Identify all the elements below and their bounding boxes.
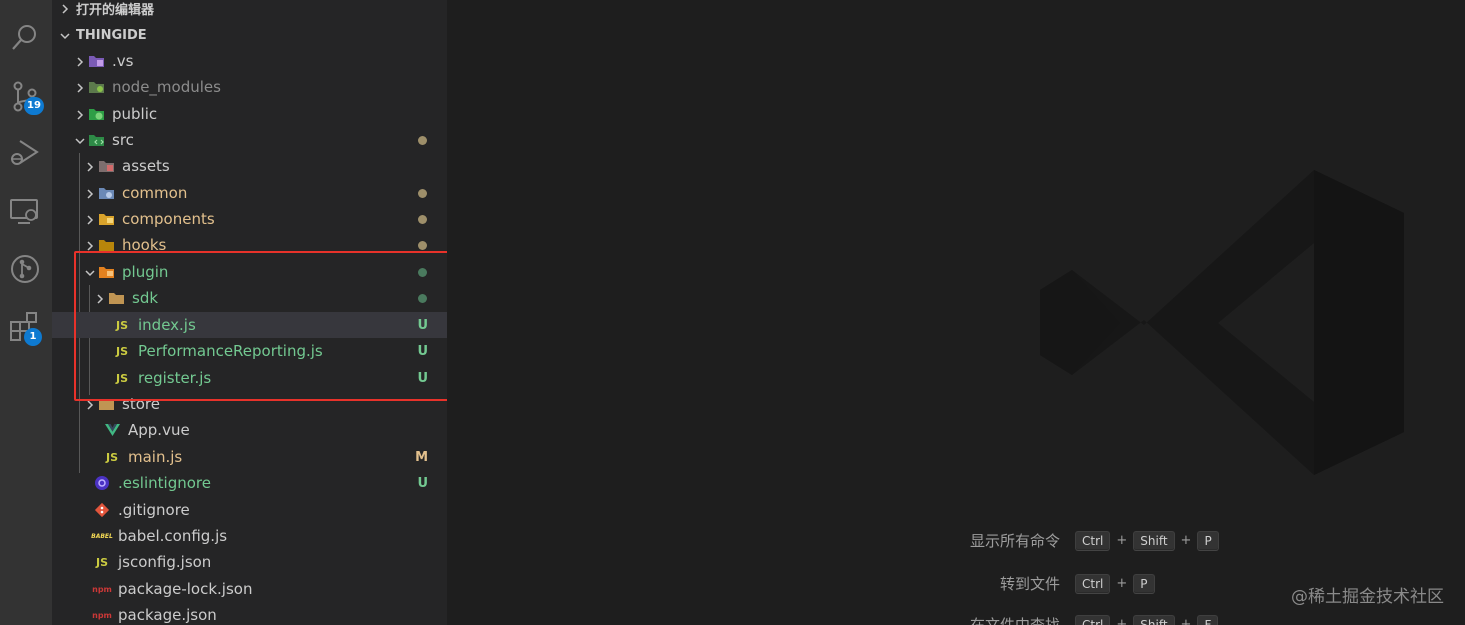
modified-dot — [418, 188, 427, 198]
tree-item-eslintignore[interactable]: .eslintignore U — [52, 470, 447, 496]
modified-dot — [418, 135, 427, 145]
tree-item-label: package.json — [118, 606, 217, 624]
tree-item-label: main.js — [128, 448, 183, 466]
search-icon[interactable] — [8, 20, 42, 54]
chevron-right-icon — [83, 238, 97, 252]
tree-item-node-modules[interactable]: node_modules — [52, 74, 447, 100]
git-file-icon — [93, 502, 111, 518]
key-cap: P — [1197, 530, 1219, 551]
babel-file-icon: BABEL — [91, 532, 113, 540]
common-folder-icon — [97, 185, 115, 201]
run-debug-icon[interactable] — [8, 136, 42, 170]
project-header[interactable]: THINGIDE — [52, 22, 447, 48]
modified-dot — [418, 240, 427, 250]
chevron-down-icon — [73, 133, 87, 147]
tree-item-assets[interactable]: assets — [52, 153, 447, 179]
chevron-right-icon — [83, 159, 97, 173]
js-file-icon: JS — [105, 450, 118, 464]
tree-item-label: common — [122, 184, 188, 202]
open-editors-label: 打开的编辑器 — [76, 2, 155, 18]
key-cap: Shift — [1133, 530, 1175, 551]
npm-file-icon: npm — [92, 584, 112, 594]
chevron-down-icon — [58, 28, 72, 42]
tree-item-package-lock[interactable]: npm package-lock.json — [52, 576, 447, 602]
npm-file-icon: npm — [92, 610, 112, 620]
key-cap: Shift — [1133, 614, 1175, 625]
tree-item-components[interactable]: components — [52, 206, 447, 232]
shortcut-show-all-commands: 显示所有命令 Ctrl + Shift + P — [795, 530, 1220, 551]
shortcut-label: 转到文件 — [999, 575, 1060, 593]
chevron-right-icon — [73, 107, 87, 121]
juejin-watermark: @稀土掘金技术社区 — [1291, 587, 1444, 607]
shortcut-label: 在文件中查找 — [969, 616, 1060, 625]
tree-item-label: .eslintignore — [118, 474, 211, 492]
tree-item-gitignore[interactable]: .gitignore — [52, 497, 447, 523]
activity-bar: 19 1 — [0, 0, 52, 625]
shortcut-label: 显示所有命令 — [969, 532, 1060, 550]
tree-item-app-vue[interactable]: App.vue — [52, 417, 447, 443]
tree-item-main-js[interactable]: JS main.js M — [52, 444, 447, 470]
source-control-badge: 19 — [24, 97, 44, 115]
remote-explorer-icon[interactable] — [8, 194, 42, 228]
tree-item-label: package-lock.json — [118, 580, 253, 598]
tree-item-src[interactable]: src — [52, 127, 447, 153]
chevron-right-icon — [83, 186, 97, 200]
tree-item-package-json[interactable]: npm package.json — [52, 602, 447, 625]
chevron-right-icon — [83, 212, 97, 226]
node-folder-icon — [87, 79, 105, 95]
extensions-badge: 1 — [24, 328, 42, 346]
components-folder-icon — [97, 211, 115, 227]
tree-item-vs[interactable]: .vs — [52, 48, 447, 74]
tree-item-label: public — [112, 105, 158, 123]
vscode-logo-icon — [1040, 170, 1404, 475]
project-label: THINGIDE — [76, 27, 147, 43]
key-cap: P — [1133, 573, 1155, 594]
key-cap: Ctrl — [1075, 530, 1111, 551]
editor-empty-area: 显示所有命令 Ctrl + Shift + P 转到文件 Ctrl + P 在文… — [447, 0, 1465, 625]
chevron-right-icon — [73, 80, 87, 94]
tree-item-label: .vs — [112, 52, 134, 70]
git-status-badge: U — [417, 475, 428, 491]
tree-item-jsconfig[interactable]: JS jsconfig.json — [52, 549, 447, 575]
tree-item-label: babel.config.js — [118, 527, 228, 545]
jsconfig-file-icon: JS — [95, 555, 108, 569]
tree-item-label: assets — [122, 157, 170, 175]
modified-dot — [418, 214, 427, 224]
tree-item-label: App.vue — [128, 421, 190, 439]
vs-folder-icon — [87, 53, 105, 69]
public-folder-icon — [87, 106, 105, 122]
vue-file-icon — [103, 422, 121, 438]
highlight-box — [74, 251, 461, 401]
assets-folder-icon — [97, 158, 115, 174]
shortcut-go-to-file: 转到文件 Ctrl + P — [795, 573, 1156, 594]
tree-item-babel-config[interactable]: BABEL babel.config.js — [52, 523, 447, 549]
key-cap: Ctrl — [1075, 614, 1111, 625]
tree-item-label: node_modules — [112, 78, 221, 96]
chevron-right-icon — [73, 54, 87, 68]
tree-item-label: src — [112, 131, 134, 149]
git-status-badge: M — [415, 449, 428, 465]
chevron-right-icon — [58, 1, 72, 15]
tree-item-common[interactable]: common — [52, 180, 447, 206]
open-editors-header[interactable]: 打开的编辑器 — [52, 0, 447, 21]
git-graph-icon[interactable] — [8, 252, 42, 286]
tree-item-label: .gitignore — [118, 501, 190, 519]
eslint-file-icon — [93, 475, 111, 491]
key-cap: Ctrl — [1075, 573, 1111, 594]
key-cap: F — [1197, 614, 1219, 625]
shortcut-find-in-files: 在文件中查找 Ctrl + Shift + F — [795, 614, 1219, 625]
src-folder-icon — [87, 132, 105, 148]
tree-item-label: components — [122, 210, 215, 228]
tree-item-label: jsconfig.json — [118, 553, 212, 571]
tree-item-public[interactable]: public — [52, 101, 447, 127]
